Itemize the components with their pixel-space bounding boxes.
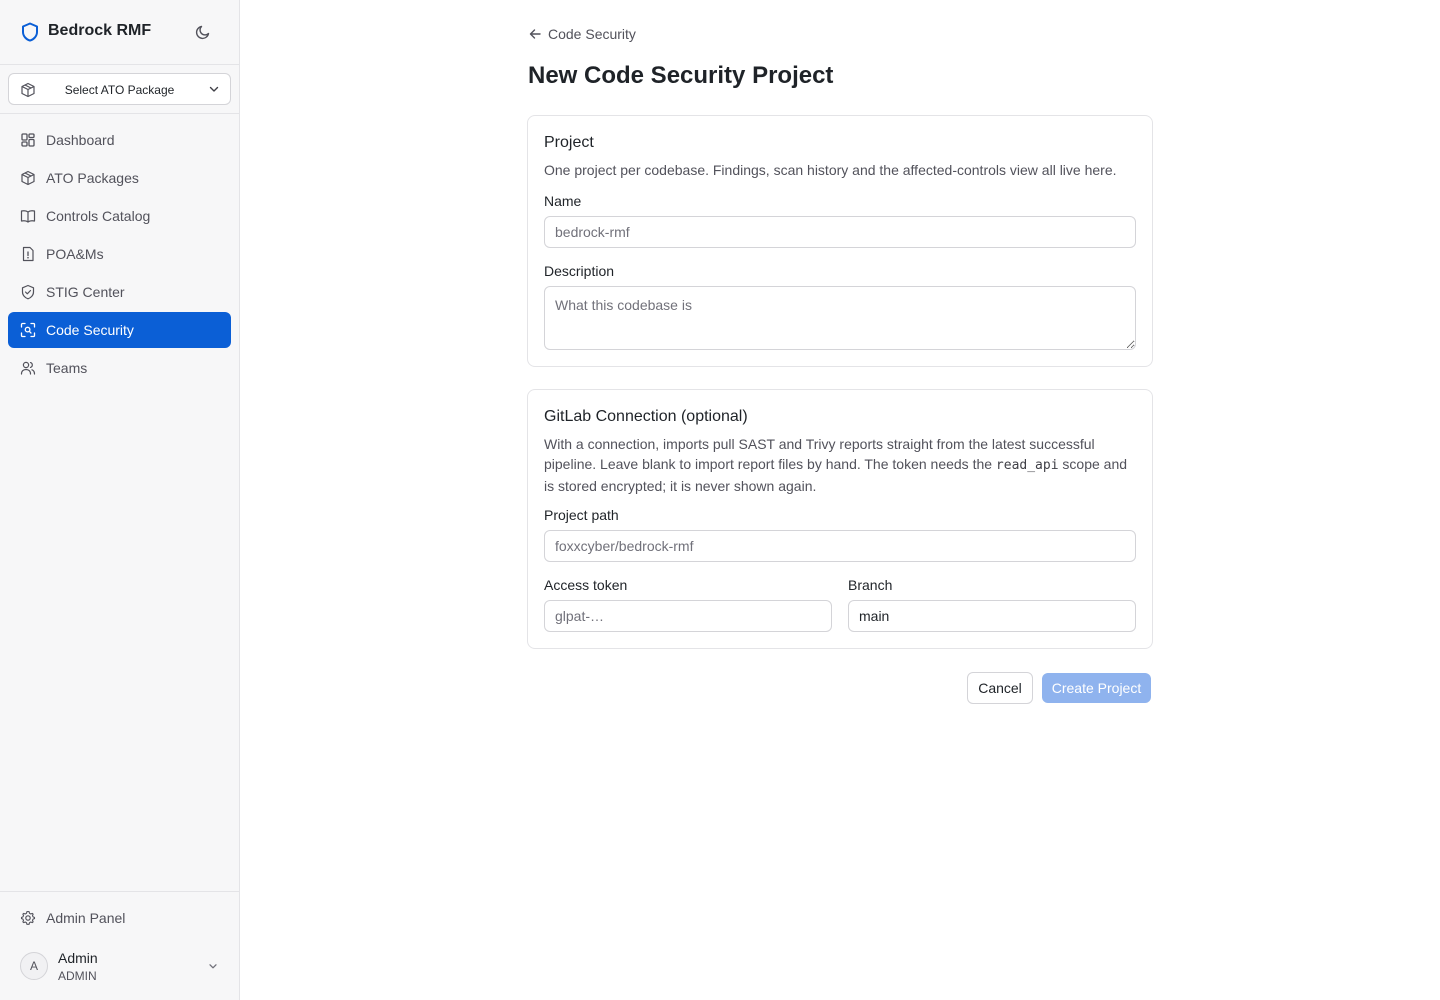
- branch-label: Branch: [848, 577, 893, 593]
- ato-package-select-label: Select ATO Package: [64, 83, 175, 97]
- access-token-field[interactable]: [544, 600, 832, 632]
- back-link[interactable]: Code Security: [528, 26, 636, 42]
- access-token-label: Access token: [544, 577, 628, 593]
- card-title: Project: [544, 134, 594, 151]
- user-role: ADMIN: [58, 969, 97, 983]
- sidebar-item-controls-catalog[interactable]: Controls Catalog: [8, 198, 231, 234]
- chevron-down-icon: [209, 964, 217, 969]
- dashboard-icon: [21, 133, 35, 147]
- gitlab-connection-card: GitLab Connection (optional) With a conn…: [527, 389, 1153, 649]
- theme-toggle-button[interactable]: [191, 20, 215, 44]
- shield-check-icon: [21, 284, 35, 300]
- description-field[interactable]: [544, 286, 1136, 350]
- ato-package-select[interactable]: Select ATO Package: [8, 73, 231, 105]
- users-icon: [20, 361, 36, 375]
- branch-field[interactable]: [848, 600, 1136, 632]
- sidebar-item-label: STIG Center: [46, 284, 125, 300]
- book-icon: [20, 210, 36, 223]
- sidebar-item-code-security[interactable]: Code Security: [8, 312, 231, 348]
- sidebar-item-ato-packages[interactable]: ATO Packages: [8, 160, 231, 196]
- avatar: A: [20, 952, 48, 980]
- name-label: Name: [544, 193, 582, 209]
- sidebar-item-label: Code Security: [46, 322, 134, 338]
- create-project-button[interactable]: Create Project: [1042, 673, 1151, 703]
- sidebar-footer: Admin Panel A Admin ADMIN: [0, 891, 239, 1000]
- file-alert-icon: [22, 246, 34, 262]
- gear-icon: [20, 910, 36, 925]
- sidebar-item-label: ATO Packages: [46, 170, 139, 186]
- brand-header: Bedrock RMF: [0, 0, 239, 65]
- moon-icon: [195, 25, 210, 40]
- sidebar: Bedrock RMF Select ATO Package Dashboard…: [0, 0, 240, 1000]
- sidebar-item-poams[interactable]: POA&Ms: [8, 236, 231, 272]
- main-content: Code Security New Code Security Project …: [240, 0, 1440, 1000]
- card-description: One project per codebase. Findings, scan…: [544, 162, 1117, 178]
- app-name: Bedrock RMF: [48, 22, 152, 39]
- arrow-left-icon: [529, 29, 541, 39]
- sidebar-item-stig-center[interactable]: STIG Center: [8, 274, 231, 310]
- sidebar-item-dashboard[interactable]: Dashboard: [8, 122, 231, 158]
- sidebar-item-label: Teams: [46, 360, 88, 376]
- sidebar-nav: Dashboard ATO Packages Controls Catalog …: [8, 122, 231, 388]
- project-path-field[interactable]: [544, 530, 1136, 562]
- sidebar-item-label: POA&Ms: [46, 246, 104, 262]
- package-select-section: Select ATO Package: [0, 65, 239, 114]
- admin-panel-label: Admin Panel: [46, 910, 126, 926]
- sidebar-item-label: Dashboard: [46, 132, 115, 148]
- shield-logo-icon: [22, 22, 38, 42]
- sidebar-item-admin-panel[interactable]: Admin Panel: [8, 900, 231, 936]
- back-link-label: Code Security: [548, 26, 636, 42]
- card-title: GitLab Connection (optional): [544, 408, 748, 425]
- user-name: Admin: [58, 950, 98, 966]
- chevron-down-icon: [209, 86, 219, 92]
- cancel-button[interactable]: Cancel: [967, 672, 1033, 704]
- sidebar-item-teams[interactable]: Teams: [8, 350, 231, 386]
- scan-icon: [20, 322, 36, 338]
- card-description: With a connection, imports pull SAST and…: [544, 434, 1138, 496]
- project-card: Project One project per codebase. Findin…: [527, 115, 1153, 367]
- sidebar-item-label: Controls Catalog: [46, 208, 151, 224]
- description-label: Description: [544, 263, 615, 279]
- project-path-label: Project path: [544, 507, 619, 523]
- name-field[interactable]: [544, 216, 1136, 248]
- package-icon: [21, 170, 35, 186]
- page-title: New Code Security Project: [528, 62, 834, 89]
- scope-code: read_api: [995, 458, 1059, 473]
- user-menu[interactable]: A Admin ADMIN: [8, 944, 231, 992]
